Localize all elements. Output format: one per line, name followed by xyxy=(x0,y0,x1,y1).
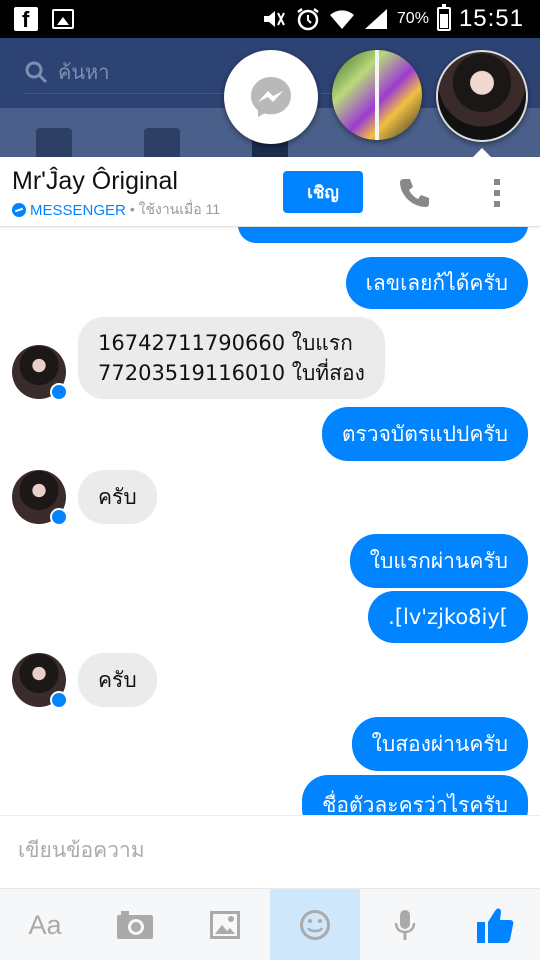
outgoing-message[interactable]: เลขเลยก้ได้ครับ xyxy=(345,257,528,309)
image-notification-icon xyxy=(52,9,74,29)
contact-subtitle: MESSENGER • ใช้งานเมื่อ 11 xyxy=(12,199,220,221)
chat-header: Mr'Ĵay Ôriginal MESSENGER • ใช้งานเมื่อ … xyxy=(0,157,540,227)
signal-icon xyxy=(364,9,387,29)
message-text: ใบแรกผ่านครับ xyxy=(369,549,508,573)
chat-panel: Mr'Ĵay Ôriginal MESSENGER • ใช้งานเมื่อ … xyxy=(0,157,540,960)
status-bar: f 70% 15:51 xyxy=(0,0,540,38)
contact-avatar[interactable] xyxy=(12,653,68,709)
anime-avatar-chathead[interactable] xyxy=(436,50,528,142)
text-format-label: Aa xyxy=(28,909,62,940)
messenger-label: MESSENGER xyxy=(30,201,126,219)
more-dot-icon xyxy=(494,190,500,196)
active-status: • ใช้งานเมื่อ 11 xyxy=(129,201,221,217)
message-text: ใบสองผ่านครับ xyxy=(371,732,508,756)
message-text: ครับ xyxy=(98,668,137,692)
text-format-button[interactable]: Aa xyxy=(0,889,90,960)
message-text-line: 77203519116010 ใบที่สอง xyxy=(98,361,365,385)
battery-icon xyxy=(436,4,451,31)
gallery-button[interactable] xyxy=(180,889,270,960)
incoming-message[interactable]: ครับ xyxy=(78,470,157,524)
message-list[interactable]: เลขเลยก้ได้ครับ 16742711790660 ใบแรก 772… xyxy=(0,227,540,815)
search-placeholder: ค้นหา xyxy=(58,59,110,84)
message-text: ตรวจบัตรแปปครับ xyxy=(341,422,508,446)
emoji-button[interactable] xyxy=(270,889,360,960)
clock: 15:51 xyxy=(458,5,524,32)
microphone-icon xyxy=(394,910,416,940)
alarm-icon xyxy=(297,8,319,31)
incoming-message[interactable]: ครับ xyxy=(78,653,157,707)
like-button[interactable] xyxy=(450,889,540,960)
messenger-badge-icon xyxy=(50,691,68,709)
more-dot-icon xyxy=(494,201,500,207)
invite-button[interactable]: เชิญ xyxy=(283,171,363,213)
more-dot-icon xyxy=(494,179,500,185)
messenger-badge-icon xyxy=(12,203,26,217)
phone-icon xyxy=(400,179,429,207)
message-text-line: 16742711790660 ใบแรก xyxy=(98,331,353,355)
message-text: ชื่อตัวละครว่าไรครับ xyxy=(322,793,508,815)
contact-name[interactable]: Mr'Ĵay Ôriginal xyxy=(12,167,178,196)
camera-button[interactable] xyxy=(90,889,180,960)
outgoing-message[interactable]: ชื่อตัวละครว่าไรครับ xyxy=(302,775,528,815)
contact-avatar[interactable] xyxy=(12,345,68,401)
voice-button[interactable] xyxy=(360,889,450,960)
facebook-search[interactable]: ค้นหา xyxy=(24,50,384,94)
outgoing-message[interactable]: ใบสองผ่านครับ xyxy=(351,717,528,771)
message-text: .[lv'zjko8iy[ xyxy=(388,605,508,629)
news-feed-tab-icon[interactable] xyxy=(36,128,72,158)
smiley-icon xyxy=(300,910,330,940)
messenger-badge-icon xyxy=(50,508,68,526)
search-icon xyxy=(25,61,48,83)
contact-avatar[interactable] xyxy=(12,470,68,526)
thumbs-up-icon xyxy=(477,908,514,943)
message-input[interactable] xyxy=(18,838,518,862)
incoming-message[interactable]: 16742711790660 ใบแรก 77203519116010 ใบที… xyxy=(78,317,385,399)
friends-tab-icon[interactable] xyxy=(144,128,180,158)
wifi-icon xyxy=(329,10,354,29)
composer-toolbar: Aa xyxy=(0,888,540,960)
more-options-button[interactable] xyxy=(480,173,514,213)
outgoing-message[interactable] xyxy=(238,227,528,243)
message-text: ครับ xyxy=(98,485,137,509)
outgoing-message[interactable]: ใบแรกผ่านครับ xyxy=(349,534,528,588)
messenger-badge-icon xyxy=(50,383,68,401)
camera-icon xyxy=(117,911,153,939)
facebook-icon: f xyxy=(14,7,38,32)
call-button[interactable] xyxy=(394,173,434,213)
mute-icon xyxy=(263,11,285,27)
messenger-icon xyxy=(251,77,291,117)
outgoing-message[interactable]: ตรวจบัตรแปปครับ xyxy=(321,407,528,461)
message-text: เลขเลยก้ได้ครับ xyxy=(365,271,508,295)
composer xyxy=(0,815,540,888)
outgoing-message[interactable]: .[lv'zjko8iy[ xyxy=(368,591,528,643)
friend-photo-chathead[interactable] xyxy=(332,50,422,140)
messenger-chathead[interactable] xyxy=(224,50,318,144)
image-icon xyxy=(210,911,240,939)
battery-percentage: 70% xyxy=(396,10,429,27)
